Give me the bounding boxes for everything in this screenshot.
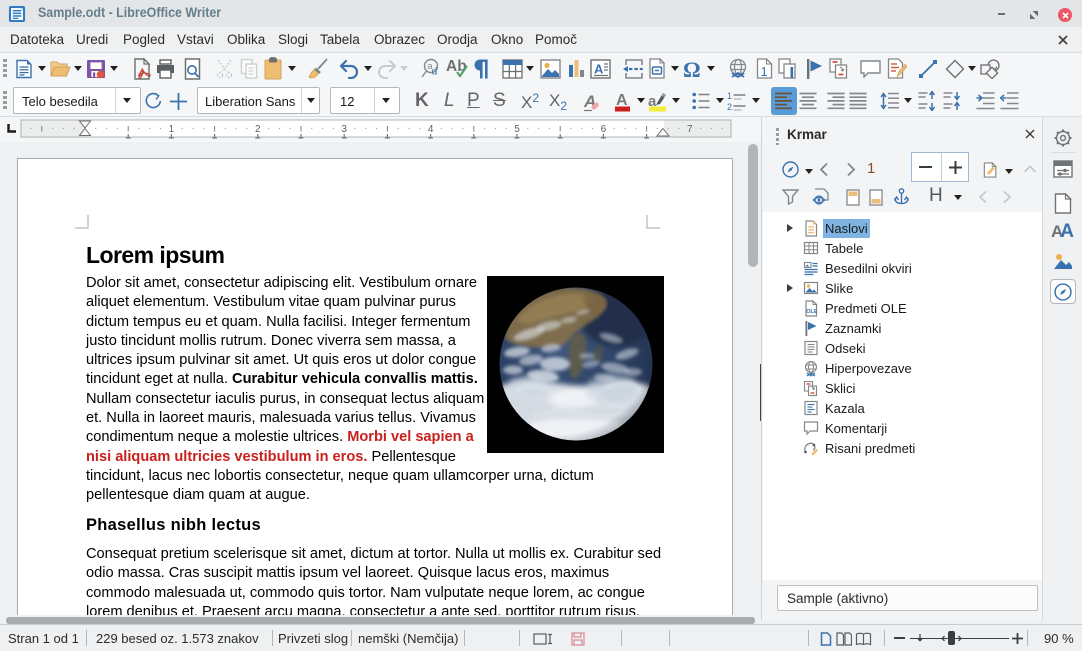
svg-text:d: d (432, 66, 438, 78)
svg-text:2: 2 (255, 124, 261, 135)
svg-text:7: 7 (687, 124, 693, 135)
svg-text:3: 3 (341, 124, 347, 135)
svg-text:5: 5 (514, 124, 520, 135)
svg-text:6: 6 (601, 124, 607, 135)
svg-text:A: A (594, 62, 604, 77)
svg-text:OLE: OLE (806, 309, 818, 315)
svg-text:4: 4 (428, 124, 434, 135)
svg-text:1: 1 (169, 124, 175, 135)
svg-text:1: 1 (761, 64, 768, 79)
svg-text:1: 1 (727, 91, 732, 101)
svg-text:2: 2 (727, 102, 732, 111)
svg-text:Ω: Ω (683, 58, 701, 80)
svg-text:A: A (616, 92, 628, 109)
